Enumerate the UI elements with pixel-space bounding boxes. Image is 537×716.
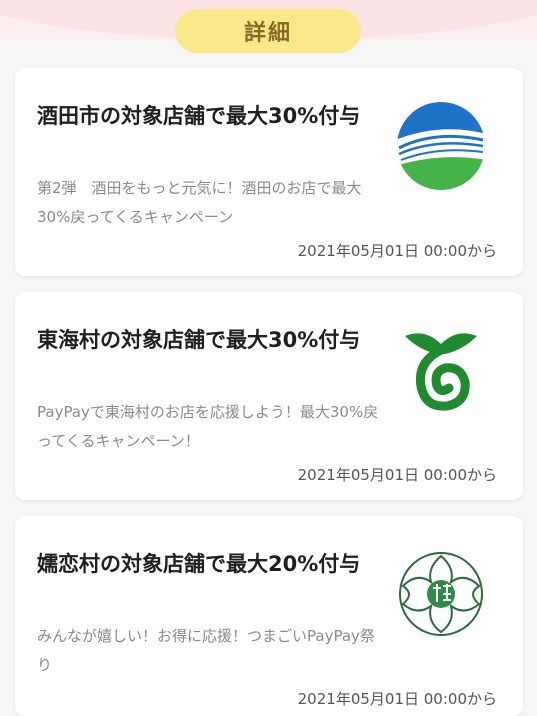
campaign-card-tokai[interactable]: 東海村の対象店舗で最大30%付与 PayPayで東海村のお店を応援しよう！最大3… <box>15 292 523 500</box>
campaign-description: 第2弾 酒田をもっと元気に！酒田のお店で最大30%戻ってくるキャンペーン <box>37 179 362 226</box>
campaign-description: PayPayで東海村のお店を応援しよう！最大30%戻ってくるキャンペーン！ <box>37 403 379 450</box>
details-header-pill: 詳細 <box>175 9 361 53</box>
details-header-label: 詳細 <box>243 21 292 46</box>
campaign-start-date: 2021年05月01日 00:00から <box>297 242 497 260</box>
sakata-city-emblem-icon <box>397 102 485 190</box>
campaign-title: 東海村の対象店舗で最大30%付与 <box>37 328 361 352</box>
tsumagoi-village-emblem-icon <box>399 552 483 636</box>
campaign-card-sakata[interactable]: 酒田市の対象店舗で最大30%付与 第2弾 酒田をもっと元気に！酒田のお店で最大3… <box>15 68 523 276</box>
campaign-start-date: 2021年05月01日 00:00から <box>297 466 497 484</box>
campaign-description: みんなが嬉しい！お得に応援！つまごいPayPay祭り <box>37 627 375 674</box>
campaign-card-tsumagoi[interactable]: 嬬恋村の対象店舗で最大20%付与 みんなが嬉しい！お得に応援！つまごいPayPa… <box>15 516 523 716</box>
campaign-title: 酒田市の対象店舗で最大30%付与 <box>37 104 361 128</box>
campaign-title: 嬬恋村の対象店舗で最大20%付与 <box>37 552 361 576</box>
tokai-village-emblem-icon <box>405 333 477 411</box>
campaign-start-date: 2021年05月01日 00:00から <box>297 690 497 708</box>
